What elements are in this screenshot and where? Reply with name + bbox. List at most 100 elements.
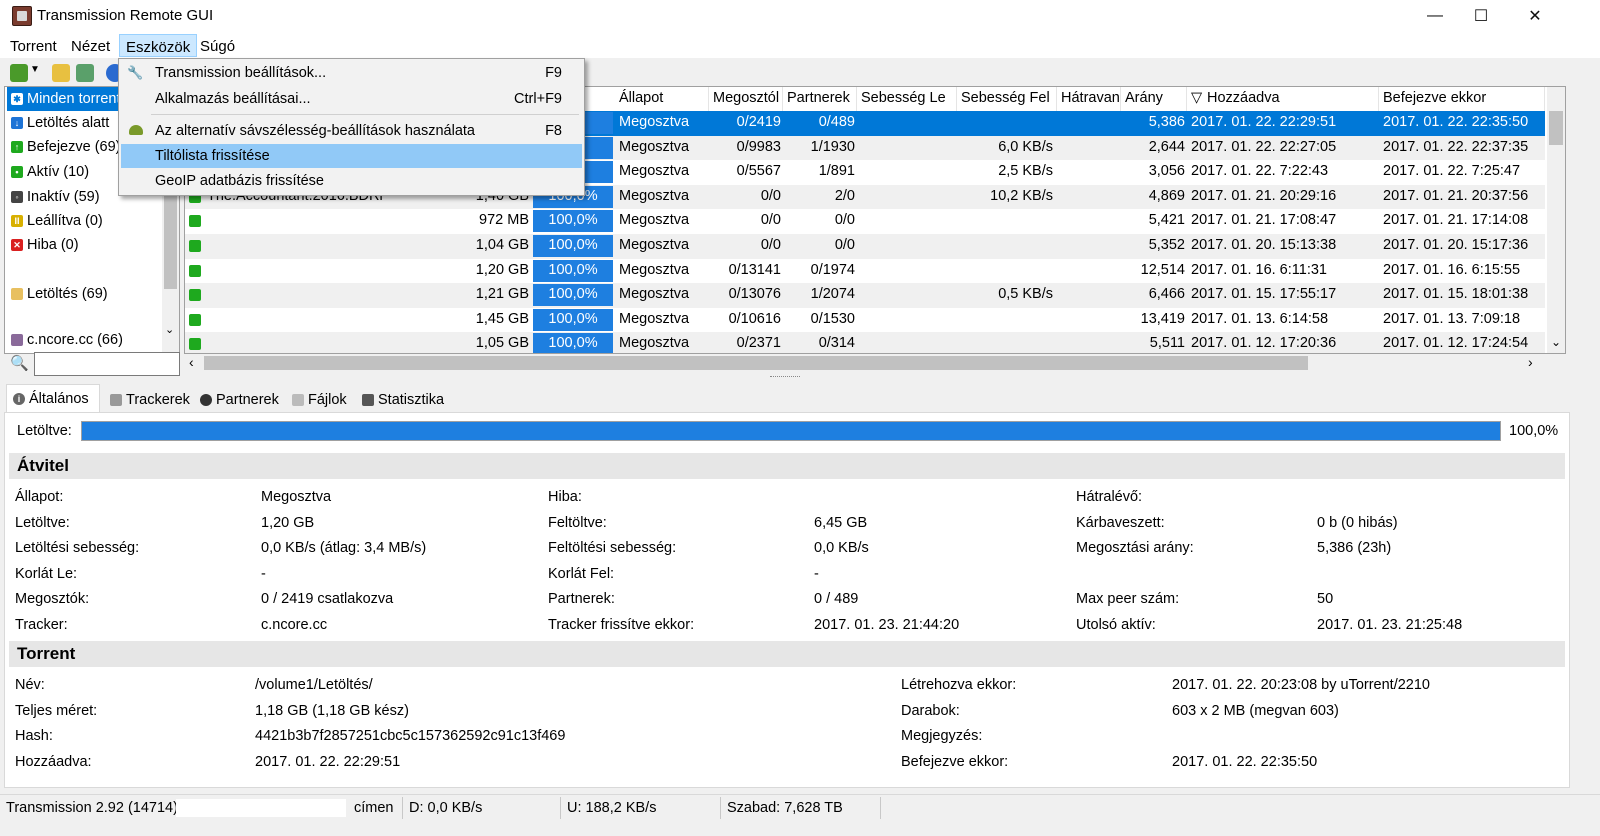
cell-added: 2017. 01. 22. 22:27:05 — [1191, 138, 1337, 155]
col-peers[interactable]: Partnerek — [783, 87, 857, 111]
tab-general[interactable]: i Általános — [6, 384, 100, 412]
list-hscrollbar[interactable]: ‹ › — [184, 354, 1566, 372]
cell-seeds: 0/0 — [760, 212, 781, 229]
filter-search-input[interactable] — [34, 352, 180, 376]
col-eta[interactable]: Hátravan — [1057, 87, 1121, 111]
chevron-down-icon[interactable]: ⌄ — [165, 323, 174, 336]
col-seeds[interactable]: Megosztól — [709, 87, 783, 111]
minimize-button[interactable]: — — [1412, 0, 1458, 32]
cell-size: 1,45 GB — [475, 310, 529, 327]
menu-help[interactable]: Súgó — [194, 34, 241, 57]
menu-item-alt-speed[interactable]: Az alternatív sávszélesség-beállítások h… — [121, 119, 582, 143]
menu-tools[interactable]: Eszközök — [119, 34, 198, 57]
field-label: Teljes méret: — [15, 702, 98, 719]
tab-files[interactable]: Fájlok — [286, 387, 353, 412]
status-bar: Transmission 2.92 (14714) címen D: 0,0 K… — [0, 794, 1600, 820]
chevron-down-icon[interactable]: ▼ — [30, 64, 40, 82]
menu-item-label: GeoIP adatbázis frissítése — [155, 173, 324, 189]
tools-dropdown-menu: 🔧 Transmission beállítások... F9 Alkalma… — [118, 58, 585, 196]
menu-item-transmission-settings[interactable]: 🔧 Transmission beállítások... F9 — [121, 61, 582, 85]
table-row[interactable]: 1,04 GB 100,0% Megosztva 0/0 0/0 5,352 2017. 0… — [185, 234, 1545, 259]
status-up-speed: U: 188,2 KB/s — [567, 800, 657, 816]
close-button[interactable]: ✕ — [1512, 0, 1558, 32]
cell-peers: 2/0 — [834, 187, 855, 204]
table-row[interactable]: 1,20 GB 100,0% Megosztva 0/13141 0/1974 12,51… — [185, 259, 1545, 284]
cell-seeds: 0/9983 — [736, 138, 781, 155]
stats-icon — [362, 393, 374, 406]
seeding-icon — [189, 264, 201, 277]
title-bar: Transmission Remote GUI — ☐ ✕ — [0, 0, 1600, 32]
table-row[interactable]: 1,21 GB 100,0% Megosztva 0/13076 1/2074 0,5 K… — [185, 283, 1545, 308]
sidebar-item-error[interactable]: ✕ Hiba (0) — [7, 233, 162, 257]
col-up-speed[interactable]: Sebesség Fel — [957, 87, 1057, 111]
col-status[interactable]: Állapot — [615, 87, 709, 111]
cell-done: 2017. 01. 21. 17:14:08 — [1383, 212, 1529, 229]
field-value: 1,18 GB (1,18 GB kész) — [255, 702, 409, 719]
sidebar-item-tracker[interactable]: c.ncore.cc (66) — [7, 329, 162, 351]
torrent-section-title: Torrent — [9, 641, 1565, 667]
list-vscroll-thumb[interactable] — [1549, 111, 1563, 145]
tab-peers[interactable]: Partnerek — [194, 387, 285, 412]
add-torrent-icon[interactable] — [10, 64, 28, 82]
col-down-speed[interactable]: Sebesség Le — [857, 87, 957, 111]
menu-item-label: Tiltólista frissítése — [155, 148, 270, 164]
field-value: 0 / 489 — [814, 591, 859, 607]
cell-added: 2017. 01. 13. 6:14:58 — [1191, 310, 1329, 327]
field-label: Hozzáadva: — [15, 753, 92, 770]
table-row[interactable]: 1,05 GB 100,0% Megosztva 0/2371 0/314 5,511 20… — [185, 332, 1545, 353]
menu-separator — [151, 114, 579, 115]
field-label: Partnerek: — [548, 591, 615, 607]
chevron-left-icon[interactable]: ‹ — [189, 354, 194, 370]
folder-icon — [11, 288, 23, 300]
col-added[interactable]: ▽ Hozzáadva — [1187, 87, 1379, 111]
cell-status: Megosztva — [619, 310, 690, 327]
transfer-section-title: Átvitel — [9, 453, 1565, 479]
cell-ratio: 3,056 — [1148, 163, 1185, 180]
table-row[interactable]: 972 MB 100,0% Megosztva 0/0 0/0 5,421 2017. 01… — [185, 209, 1545, 234]
status-separator — [560, 797, 561, 819]
splitter-handle[interactable] — [770, 376, 800, 380]
cell-ratio: 4,869 — [1148, 187, 1185, 204]
col-done[interactable]: Befejezve ekkor — [1379, 87, 1545, 111]
menu-item-app-settings[interactable]: Alkalmazás beállításai... Ctrl+F9 — [121, 87, 582, 111]
chevron-right-icon[interactable]: › — [1528, 354, 1533, 370]
menu-item-update-blocklist[interactable]: Tiltólista frissítése — [121, 144, 582, 168]
field-value: 603 x 2 MB (megvan 603) — [1172, 702, 1339, 719]
cell-progress: 100,0% — [533, 308, 613, 331]
cell-status: Megosztva — [619, 286, 690, 303]
field-value: 0,0 KB/s — [814, 540, 869, 556]
status-down-speed: D: 0,0 KB/s — [409, 800, 483, 816]
list-vscrollbar[interactable]: ⌄ — [1547, 87, 1565, 353]
menu-torrent[interactable]: Torrent — [4, 34, 63, 57]
cell-added: 2017. 01. 16. 6:11:31 — [1191, 261, 1327, 278]
sidebar-item-stopped[interactable]: II Leállítva (0) — [7, 209, 162, 233]
tab-statistics[interactable]: Statisztika — [356, 387, 450, 412]
field-value: 5,386 (23h) — [1317, 540, 1392, 556]
cell-added: 2017. 01. 22. 22:29:51 — [1191, 114, 1337, 130]
field-value: 2017. 01. 23. 21:25:48 — [1317, 616, 1463, 633]
tab-label: Általános — [29, 390, 89, 407]
seeding-icon — [189, 289, 201, 302]
link-icon[interactable] — [76, 64, 94, 82]
menu-view[interactable]: Nézet — [65, 34, 116, 57]
chevron-down-icon[interactable]: ⌄ — [1551, 335, 1561, 349]
cell-seeds: 0/0 — [760, 237, 781, 253]
sidebar-item-folder[interactable]: Letöltés (69) — [7, 282, 162, 306]
col-ratio[interactable]: Arány — [1121, 87, 1187, 111]
field-label: Létrehozva ekkor: — [901, 677, 1017, 693]
field-value: 2017. 01. 23. 21:44:20 — [814, 616, 960, 633]
field-label: Megosztási arány: — [1076, 540, 1194, 556]
tab-trackers[interactable]: Trackerek — [104, 387, 196, 412]
cell-size: 972 MB — [479, 212, 529, 229]
list-hscroll-thumb[interactable] — [204, 356, 1308, 370]
maximize-button[interactable]: ☐ — [1458, 0, 1504, 32]
cell-peers: 0/0 — [834, 237, 855, 253]
seeding-icon — [189, 338, 201, 351]
cell-size: 1,05 GB — [475, 335, 529, 352]
status-version: Transmission 2.92 (14714) — [6, 800, 178, 816]
table-row[interactable]: 1,45 GB 100,0% Megosztva 0/10616 0/1530 13,41… — [185, 308, 1545, 333]
menu-item-update-geoip[interactable]: GeoIP adatbázis frissítése — [121, 169, 582, 193]
cell-peers: 0/489 — [818, 114, 855, 130]
cell-size: 1,04 GB — [475, 237, 529, 253]
open-folder-icon[interactable] — [52, 64, 70, 82]
